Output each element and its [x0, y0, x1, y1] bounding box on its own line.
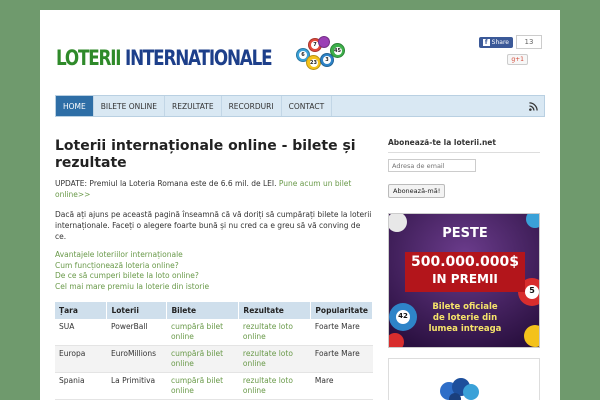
column-header[interactable]: Țara	[55, 302, 108, 319]
banner-ball-label: 42	[398, 312, 408, 320]
cell-popularity: Foarte Mare	[310, 345, 373, 373]
main-content: Loterii internaționale online - bilete ș…	[55, 138, 373, 400]
results-link[interactable]: rezultate loto online	[238, 319, 311, 346]
banner-line1: PESTE	[442, 226, 488, 241]
banner-line2: 500.000.000$	[410, 254, 520, 270]
buy-ticket-link[interactable]: cumpără bilet online	[166, 345, 239, 373]
nav-item-recorduri[interactable]: RECORDURI	[222, 96, 282, 116]
lotteries-table: Țara Loterii Bilete Rezultate Popularita…	[55, 302, 373, 400]
cell-popularity: Mare	[310, 372, 373, 400]
cell-country: Europa	[55, 345, 107, 373]
second-banner[interactable]	[388, 358, 540, 400]
nav-item-contact[interactable]: CONTACT	[282, 96, 333, 116]
logo-text: LOTERII INTERNATIONALE	[56, 46, 273, 70]
subscribe-button[interactable]: Abonează-mă!	[388, 184, 446, 198]
facebook-share-button[interactable]: f Share	[478, 36, 513, 48]
banner-line3: IN PREMII	[432, 272, 498, 286]
table-row: SUA PowerBall cumpără bilet online rezul…	[55, 319, 373, 346]
results-link[interactable]: rezultate loto online	[238, 372, 311, 400]
table-row: Spania La Primitiva cumpără bilet online…	[55, 372, 373, 400]
share-count: 13	[516, 35, 542, 49]
main-nav: HOME BILETE ONLINE REZULTATE RECORDURI C…	[55, 95, 545, 117]
sidebar: Abonează-te la loterii.net Abonează-mă!	[388, 138, 540, 400]
link-cum-functioneaza[interactable]: Cum funcționează loteria online?	[55, 261, 373, 272]
social-share: f Share 13	[478, 35, 542, 49]
results-link[interactable]: rezultate loto online	[238, 345, 311, 373]
ball-icon: 45	[330, 43, 345, 58]
table-header-row: Țara Loterii Bilete Rezultate Popularita…	[55, 302, 373, 319]
lottery-banner[interactable]: PESTE 500.000.000$ IN PREMII Bilete ofic…	[388, 213, 540, 348]
update-notice: UPDATE: Premiul la Loteria Romana este d…	[55, 179, 352, 199]
site-logo[interactable]: LOTERII INTERNATIONALE 6 7 23 3 45	[56, 36, 345, 78]
column-header[interactable]: Loterii	[106, 302, 168, 319]
cell-lottery: La Primitiva	[106, 372, 167, 400]
nav-item-bilete-online[interactable]: BILETE ONLINE	[94, 96, 165, 116]
email-field[interactable]	[388, 159, 476, 172]
ball-icon	[318, 36, 330, 48]
buy-ticket-link[interactable]: cumpără bilet online	[166, 372, 239, 400]
nav-item-rezultate[interactable]: REZULTATE	[165, 96, 222, 116]
rss-icon[interactable]	[529, 102, 538, 111]
ball-icon: 23	[306, 55, 321, 70]
logo-part1: LOTERII	[56, 46, 122, 70]
facebook-icon: f	[482, 38, 490, 46]
page-title: Loterii internaționale online - bilete ș…	[55, 138, 356, 171]
logo-part2: INTERNATIONALE	[125, 46, 273, 70]
link-avantaje[interactable]: Avantajele loteriilor internaționale	[55, 250, 373, 261]
cell-country: Spania	[55, 372, 107, 400]
intro-paragraph: Dacă ați ajuns pe această pagină înseamn…	[55, 210, 372, 241]
buy-ticket-link[interactable]: cumpără bilet online	[166, 319, 239, 346]
link-cel-mai-mare-premiu[interactable]: Cel mai mare premiu la loterie din istor…	[55, 282, 373, 293]
cell-country: SUA	[55, 319, 107, 346]
link-de-ce[interactable]: De ce să cumperi bilete la loto online?	[55, 271, 373, 282]
table-row: Europa EuroMillions cumpără bilet online…	[55, 345, 373, 373]
cell-lottery: EuroMillions	[106, 345, 167, 373]
column-header[interactable]: Bilete	[166, 302, 240, 319]
cell-popularity: Foarte Mare	[310, 319, 373, 346]
google-plus-button[interactable]: g+1	[507, 54, 528, 65]
banner-ball-label: 5	[529, 286, 535, 295]
column-header[interactable]: Rezultate	[238, 302, 312, 319]
nav-item-home[interactable]: HOME	[56, 96, 94, 116]
subscribe-title: Abonează-te la loterii.net	[388, 138, 540, 153]
cell-lottery: PowerBall	[106, 319, 167, 346]
column-header[interactable]: Popularitate	[310, 302, 373, 319]
banner-subtitle: Bilete oficiale de loterie din lumea int…	[428, 302, 502, 334]
lottery-balls-icon: 6 7 23 3 45	[296, 36, 376, 78]
article-links: Avantajele loteriilor internaționale Cum…	[55, 250, 373, 292]
page: LOTERII INTERNATIONALE 6 7 23 3 45 f Shar…	[40, 10, 560, 400]
lottery-ticket-icon	[389, 359, 539, 400]
